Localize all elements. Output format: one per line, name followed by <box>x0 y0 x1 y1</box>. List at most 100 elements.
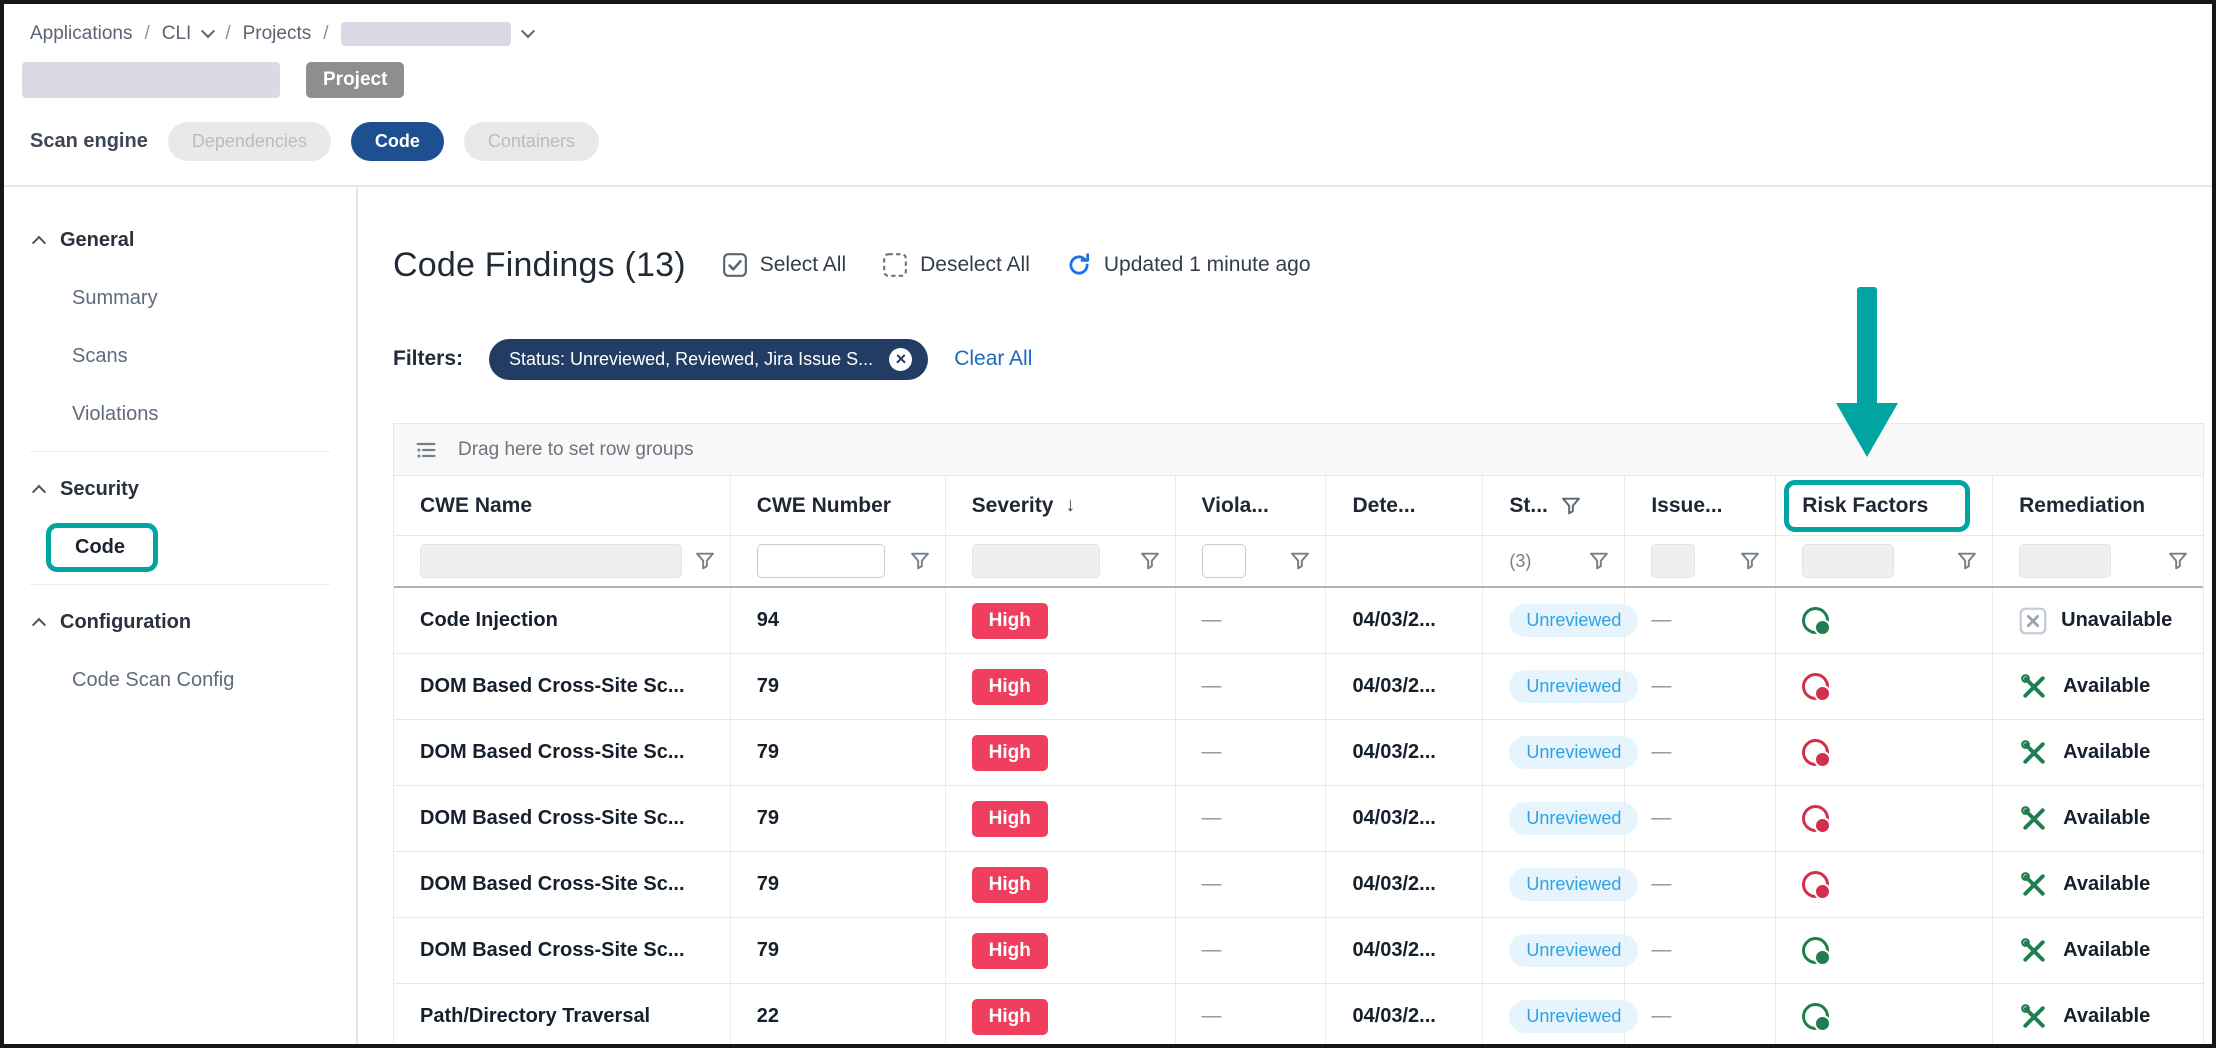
breadcrumb-separator: / <box>225 23 230 45</box>
cwe-number-filter-input[interactable] <box>757 544 885 578</box>
risk-factor-icon[interactable] <box>1802 805 1829 832</box>
chevron-down-icon[interactable] <box>520 24 534 38</box>
column-header-remediation[interactable]: Remediation <box>1992 476 2203 535</box>
violation-cell: — <box>1202 939 1222 962</box>
sort-desc-icon[interactable]: ↓ <box>1065 494 1075 517</box>
risk-factor-icon[interactable] <box>1802 1003 1829 1030</box>
risk-factor-icon[interactable] <box>1802 673 1829 700</box>
sidebar-item-scans[interactable]: Scans <box>4 327 356 385</box>
violation-cell: — <box>1202 675 1222 698</box>
violation-cell: — <box>1202 873 1222 896</box>
remove-filter-icon[interactable] <box>889 348 912 371</box>
filter-cell-remediation <box>1992 536 2203 586</box>
refresh-icon[interactable] <box>1066 252 1092 278</box>
cwe-name-cell: DOM Based Cross-Site Sc... <box>420 807 685 830</box>
breadcrumb-applications[interactable]: Applications <box>30 23 132 45</box>
sidebar-section-label: Security <box>60 478 139 501</box>
severity-badge: High <box>972 933 1048 969</box>
sidebar-item-code-scan-config[interactable]: Code Scan Config <box>4 651 356 709</box>
risk-factor-icon[interactable] <box>1802 937 1829 964</box>
risk-factor-icon[interactable] <box>1802 871 1829 898</box>
filter-funnel-icon[interactable] <box>1560 495 1582 517</box>
sidebar-item-summary[interactable]: Summary <box>4 269 356 327</box>
detected-date-cell: 04/03/2... <box>1352 1005 1435 1028</box>
filter-cell-violation <box>1175 536 1326 586</box>
severity-badge: High <box>972 669 1048 705</box>
scan-engine-containers[interactable]: Containers <box>464 122 599 161</box>
status-filter-chip[interactable]: Status: Unreviewed, Reviewed, Jira Issue… <box>489 339 928 380</box>
status-badge: Unreviewed <box>1509 1000 1638 1033</box>
violation-filter-input[interactable] <box>1202 544 1246 578</box>
issue-cell: — <box>1651 675 1671 698</box>
filter-funnel-icon[interactable] <box>1588 550 1610 572</box>
remediation-label: Unavailable <box>2061 609 2172 632</box>
risk-factors-filter-input[interactable] <box>1802 544 1894 578</box>
breadcrumb-separator: / <box>144 23 149 45</box>
remediation-filter-input[interactable] <box>2019 544 2111 578</box>
filter-funnel-icon[interactable] <box>909 550 931 572</box>
sidebar-section-general[interactable]: General <box>4 211 356 269</box>
chevron-down-icon[interactable] <box>201 24 215 38</box>
filter-funnel-icon[interactable] <box>694 550 716 572</box>
cwe-name-filter-input[interactable] <box>420 544 682 578</box>
status-badge: Unreviewed <box>1509 802 1638 835</box>
unavailable-x-icon <box>2019 607 2047 635</box>
sidebar-item-violations[interactable]: Violations <box>4 385 356 443</box>
column-header-cwe-number[interactable]: CWE Number <box>730 476 945 535</box>
row-group-dropzone[interactable]: Drag here to set row groups <box>394 424 2203 476</box>
column-header-detected[interactable]: Dete... <box>1325 476 1482 535</box>
remediation-tools-icon <box>2019 870 2049 900</box>
deselect-all-button[interactable]: Deselect All <box>882 252 1030 278</box>
status-badge: Unreviewed <box>1509 670 1638 703</box>
table-row[interactable]: DOM Based Cross-Site Sc... 79 High — 04/… <box>394 720 2203 786</box>
issue-cell: — <box>1651 741 1671 764</box>
table-body: Code Injection 94 High — 04/03/2... Unre… <box>394 588 2203 1048</box>
filter-funnel-icon[interactable] <box>1139 550 1161 572</box>
filters-label: Filters: <box>393 347 463 371</box>
scan-engine-code[interactable]: Code <box>351 122 444 161</box>
table-row[interactable]: DOM Based Cross-Site Sc... 79 High — 04/… <box>394 918 2203 984</box>
clear-all-filters-link[interactable]: Clear All <box>954 347 1032 371</box>
column-header-severity[interactable]: Severity ↓ <box>945 476 1175 535</box>
filter-cell-risk-factors <box>1775 536 1992 586</box>
sidebar-item-code[interactable]: Code <box>4 518 356 576</box>
column-label: Dete... <box>1352 494 1415 518</box>
remediation-tools-icon <box>2019 804 2049 834</box>
filter-cell-status: (3) <box>1482 536 1624 586</box>
column-header-risk-factors[interactable]: Risk Factors <box>1775 476 1992 535</box>
breadcrumb-cli[interactable]: CLI <box>162 23 192 45</box>
project-title-row: Project <box>30 62 2212 98</box>
breadcrumb-projects[interactable]: Projects <box>243 23 312 45</box>
sidebar-section-security[interactable]: Security <box>4 460 356 518</box>
table-row[interactable]: DOM Based Cross-Site Sc... 79 High — 04/… <box>394 654 2203 720</box>
remediation-label: Available <box>2063 675 2150 698</box>
filter-funnel-icon[interactable] <box>1289 550 1311 572</box>
table-row[interactable]: Code Injection 94 High — 04/03/2... Unre… <box>394 588 2203 654</box>
sidebar-section-label: General <box>60 229 134 252</box>
issue-cell: — <box>1651 939 1671 962</box>
table-row[interactable]: Path/Directory Traversal 22 High — 04/03… <box>394 984 2203 1048</box>
severity-filter-input[interactable] <box>972 544 1100 578</box>
cwe-number-cell: 94 <box>757 609 779 632</box>
column-header-violation[interactable]: Viola... <box>1175 476 1326 535</box>
detected-date-cell: 04/03/2... <box>1352 807 1435 830</box>
select-all-button[interactable]: Select All <box>722 252 846 278</box>
filter-funnel-icon[interactable] <box>2167 550 2189 572</box>
column-header-cwe-name[interactable]: CWE Name <box>394 476 730 535</box>
redacted-project-name[interactable] <box>341 22 511 46</box>
column-header-status[interactable]: St... <box>1482 476 1624 535</box>
sidebar-item-label: Violations <box>72 403 158 426</box>
filter-funnel-icon[interactable] <box>1956 550 1978 572</box>
table-row[interactable]: DOM Based Cross-Site Sc... 79 High — 04/… <box>394 852 2203 918</box>
sidebar-section-configuration[interactable]: Configuration <box>4 593 356 651</box>
status-filter-count[interactable]: (3) <box>1509 551 1531 572</box>
scan-engine-dependencies[interactable]: Dependencies <box>168 122 331 161</box>
risk-factor-icon[interactable] <box>1802 739 1829 766</box>
sidebar-item-code-highlight[interactable]: Code <box>46 523 158 572</box>
sidebar-item-label: Code Scan Config <box>72 669 234 692</box>
column-header-issue[interactable]: Issue... <box>1624 476 1775 535</box>
issue-filter-input[interactable] <box>1651 544 1695 578</box>
risk-factor-icon[interactable] <box>1802 607 1829 634</box>
filter-funnel-icon[interactable] <box>1739 550 1761 572</box>
table-row[interactable]: DOM Based Cross-Site Sc... 79 High — 04/… <box>394 786 2203 852</box>
